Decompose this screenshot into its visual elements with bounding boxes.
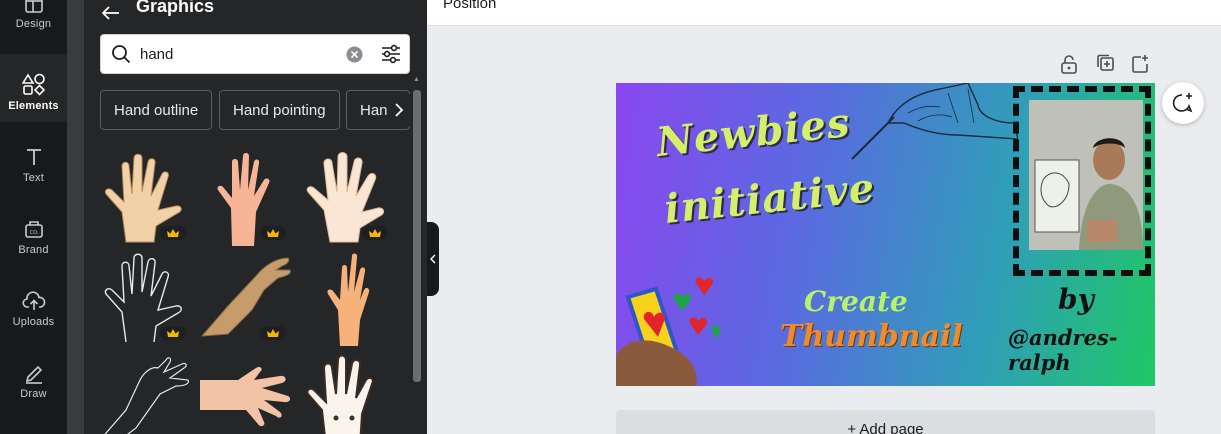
design-page[interactable]: Newbies initiative Create Thumbnail by @…	[616, 83, 1155, 386]
comment-plus-icon	[1172, 93, 1193, 113]
add-comment-button[interactable]	[1162, 82, 1204, 124]
premium-crown-icon	[260, 326, 286, 340]
rail-divider	[67, 0, 84, 434]
author-photo[interactable]	[1029, 100, 1143, 250]
layout-icon	[24, 0, 43, 13]
position-button[interactable]: Position	[443, 0, 496, 12]
subtitle-thumbnail[interactable]: Thumbnail	[780, 319, 963, 354]
rail-item-elements[interactable]: Elements	[0, 54, 67, 122]
text-icon	[26, 149, 41, 165]
rail-item-text[interactable]: Text	[0, 126, 67, 194]
panel-title: Graphics	[136, 0, 215, 16]
rail-label-draw: Draw	[20, 388, 47, 400]
graphic-cartoon-palm[interactable]	[300, 350, 396, 434]
premium-crown-icon	[160, 326, 186, 340]
chip-hand-pointing[interactable]: Hand pointing	[219, 90, 340, 130]
suggestion-chips: Hand outline Hand pointing Hand	[100, 90, 410, 130]
rail-label-brand: Brand	[18, 244, 49, 256]
graphic-palm-cream[interactable]	[300, 150, 396, 246]
premium-crown-icon	[160, 226, 186, 240]
filter-icon[interactable]	[380, 44, 402, 64]
add-page-icon[interactable]	[1131, 54, 1149, 79]
graphic-open-palm-light[interactable]	[96, 150, 192, 246]
add-page-button[interactable]: + Add page	[616, 410, 1155, 434]
shapes-icon	[21, 73, 45, 96]
search-box	[100, 34, 410, 74]
cloud-upload-icon	[21, 291, 45, 310]
graphic-hand-up-orange[interactable]	[300, 250, 396, 346]
svg-text:CO.: CO.	[29, 230, 38, 236]
rail-label-elements: Elements	[8, 100, 59, 112]
byline-handle[interactable]: @andres-ralph	[1008, 325, 1155, 375]
graphic-reaching-hand[interactable]	[198, 250, 294, 346]
chip-hand-outline[interactable]: Hand outline	[100, 90, 213, 130]
subtitle-create[interactable]: Create	[804, 285, 908, 318]
pen-icon	[25, 365, 42, 384]
rail-item-draw[interactable]: Draw	[0, 342, 67, 410]
drawing-hand-illustration	[851, 83, 1018, 160]
duplicate-page-icon[interactable]	[1096, 54, 1114, 79]
lock-icon[interactable]	[1060, 54, 1078, 79]
byline-by[interactable]: by	[1058, 283, 1094, 316]
graphics-panel: Graphics Hand outline Hand pointing Hand	[84, 0, 427, 434]
graphic-hand-outline[interactable]	[96, 250, 192, 346]
scroll-up-icon[interactable]: ▲	[413, 76, 420, 83]
rail-label-design: Design	[15, 18, 52, 30]
scroll-thumb[interactable]	[413, 90, 421, 382]
graphic-raised-hand[interactable]	[198, 150, 294, 246]
graphic-hand-line-art[interactable]	[96, 350, 192, 434]
rail-label-uploads: Uploads	[12, 316, 55, 328]
search-icon	[112, 45, 131, 64]
title-line-2[interactable]: initiative	[662, 164, 877, 233]
chevron-right-icon[interactable]	[388, 94, 410, 126]
brand-icon: CO.	[24, 221, 43, 238]
back-arrow-icon[interactable]	[101, 6, 120, 25]
rail-item-brand[interactable]: CO. Brand	[0, 198, 67, 266]
title-line-1[interactable]: Newbies	[654, 99, 852, 166]
graphic-hand-sideways[interactable]	[198, 350, 294, 434]
more-apps-icon[interactable]: •••	[22, 428, 40, 434]
rail-label-text: Text	[23, 172, 44, 184]
phone-hearts-illustration	[616, 277, 720, 386]
premium-crown-icon	[362, 226, 388, 240]
panel-scrollbar[interactable]: ▲	[411, 76, 423, 434]
collapse-panel-button[interactable]	[427, 222, 439, 296]
chevron-left-icon	[430, 254, 436, 264]
search-input[interactable]	[140, 44, 340, 64]
premium-crown-icon	[260, 226, 286, 240]
side-rail: Design Elements Text CO. Brand Uploads D…	[0, 0, 67, 434]
rail-item-uploads[interactable]: Uploads	[0, 270, 67, 338]
clear-search-icon[interactable]	[346, 46, 363, 63]
rail-item-design[interactable]: Design	[0, 0, 67, 40]
editor-toolbar: Position	[427, 0, 1221, 26]
